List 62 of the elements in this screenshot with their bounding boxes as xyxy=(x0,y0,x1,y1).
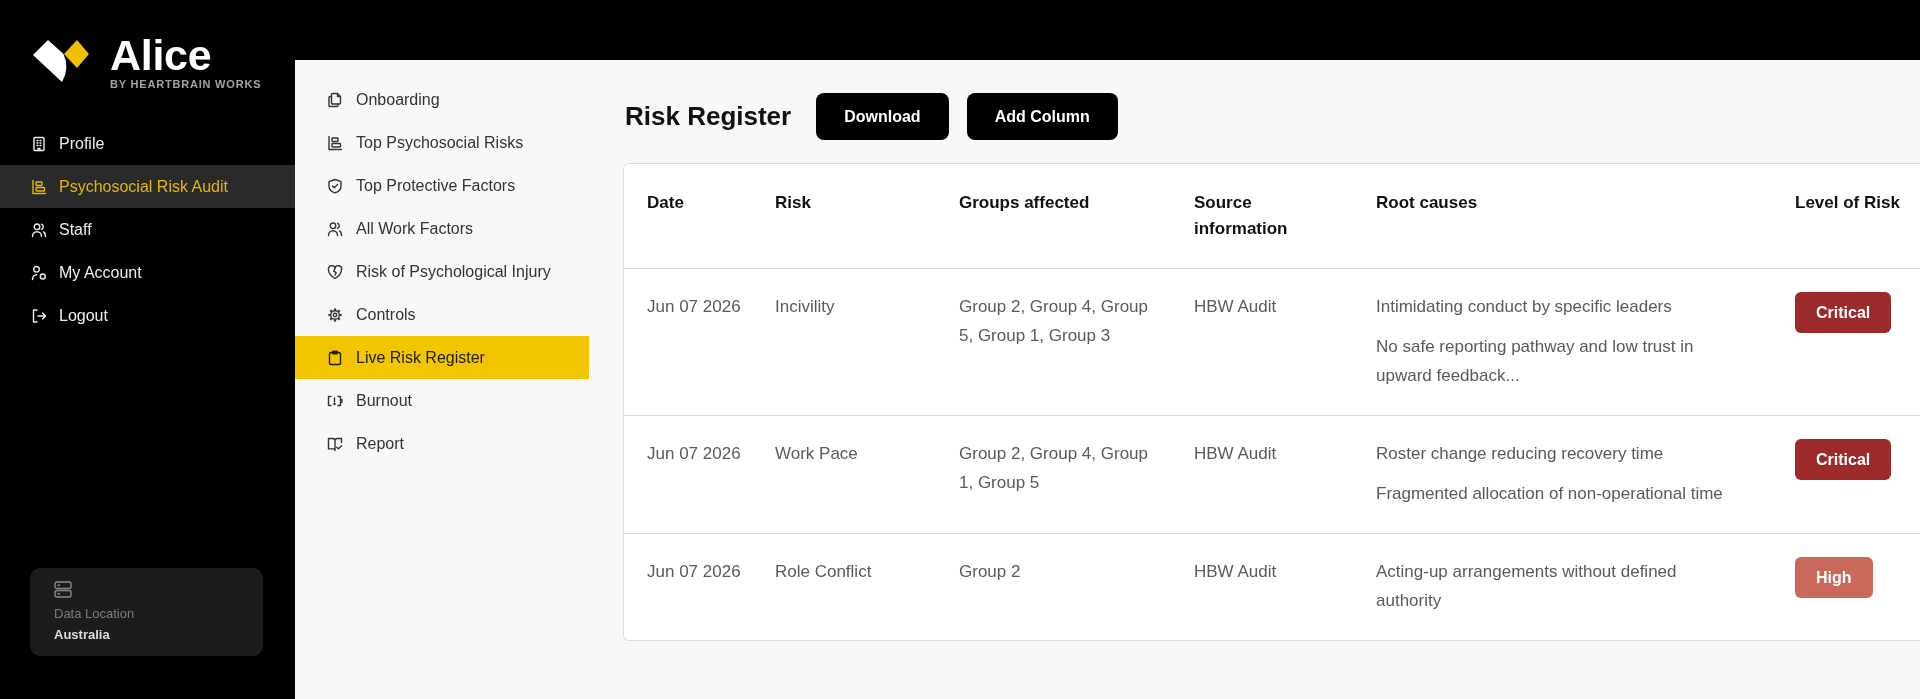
documents-icon xyxy=(327,91,343,108)
risk-level-badge: Critical xyxy=(1795,292,1892,333)
table-cell-text: HBW Audit xyxy=(1194,443,1278,465)
table-cell-text: HBW Audit xyxy=(1194,561,1278,583)
sidebar-item[interactable]: Psychosocial Risk Audit xyxy=(0,165,295,208)
shield-check-icon xyxy=(327,177,343,194)
audit-nav-item[interactable]: Burnout xyxy=(295,379,589,422)
audit-nav-item[interactable]: All Work Factors xyxy=(295,207,589,250)
column-header: Groups affected xyxy=(959,192,1091,214)
building-icon xyxy=(31,135,47,152)
risk-level-badge: High xyxy=(1795,557,1873,598)
book-check-icon xyxy=(327,435,343,452)
table-cell-text: Work Pace xyxy=(775,443,859,465)
sidebar-item[interactable]: Profile xyxy=(0,122,295,165)
table-cell-text: Incivility xyxy=(775,296,836,318)
page-title: Risk Register xyxy=(625,101,792,132)
audit-nav-item[interactable]: Top Psychosocial Risks xyxy=(295,121,589,164)
table-cell-text: Role Conflict xyxy=(775,561,873,583)
users-icon xyxy=(327,220,343,237)
data-location-label: Data Location xyxy=(54,606,135,622)
audit-nav-item[interactable]: Risk of Psychological Injury xyxy=(295,250,589,293)
column-header: Level of Risk xyxy=(1795,192,1901,214)
table-cell-text: Jun 07 2026 xyxy=(646,561,742,583)
bar-chart-icon xyxy=(327,134,343,151)
clipboard-icon xyxy=(327,349,343,366)
risk-level-badge: Critical xyxy=(1795,439,1892,480)
root-cause-text: Fragmented allocation of non-operational time xyxy=(1376,483,1724,505)
brand-name: Alice xyxy=(110,33,212,77)
sidebar-item[interactable]: My Account xyxy=(0,251,295,294)
user-settings-icon xyxy=(31,264,47,281)
audit-nav-item[interactable]: Report xyxy=(295,422,589,465)
audit-nav-item[interactable]: Onboarding xyxy=(295,78,589,121)
server-icon xyxy=(54,581,72,598)
column-header: Source information xyxy=(1194,192,1289,240)
table-cell-text: HBW Audit xyxy=(1194,296,1278,318)
table-cell-text: Group 2, Group 4, Group 5, Group 1, Group 3 xyxy=(959,296,1149,347)
add-column-button[interactable]: Add Column xyxy=(966,93,1118,140)
column-header: Risk xyxy=(775,192,812,214)
audit-nav-item[interactable]: Live Risk Register xyxy=(295,336,589,379)
table-cell-text: Group 2 xyxy=(959,561,1022,583)
bar-chart-icon xyxy=(31,178,47,195)
root-cause-text: Intimidating conduct by specific leaders xyxy=(1376,296,1673,318)
brand-tagline: BY HEARTBRAIN WORKS xyxy=(110,78,262,90)
root-cause-text: Acting-up arrangements without defined authority xyxy=(1376,561,1678,612)
logout-icon xyxy=(31,307,47,324)
download-button[interactable]: Download xyxy=(816,93,949,140)
table-cell-text: Group 2, Group 4, Group 1, Group 5 xyxy=(959,443,1149,494)
logo-icon xyxy=(33,40,89,82)
column-header: Date xyxy=(646,192,685,214)
audit-nav-item[interactable]: Controls xyxy=(295,293,589,336)
data-location-value: Australia xyxy=(54,627,110,643)
audit-nav-item[interactable]: Top Protective Factors xyxy=(295,164,589,207)
sidebar-item[interactable]: Staff xyxy=(0,208,295,251)
column-header: Root causes xyxy=(1376,192,1479,214)
root-cause-text: Roster change reducing recovery time xyxy=(1376,443,1665,465)
gear-icon xyxy=(327,306,343,323)
table-cell-text: Jun 07 2026 xyxy=(646,296,742,318)
users-icon xyxy=(31,221,47,238)
table-cell-text: Jun 07 2026 xyxy=(646,443,742,465)
sidebar-item[interactable]: Logout xyxy=(0,294,295,337)
root-cause-text: No safe reporting pathway and low trust in upward feedback... xyxy=(1376,336,1695,387)
broken-heart-icon xyxy=(327,263,343,280)
